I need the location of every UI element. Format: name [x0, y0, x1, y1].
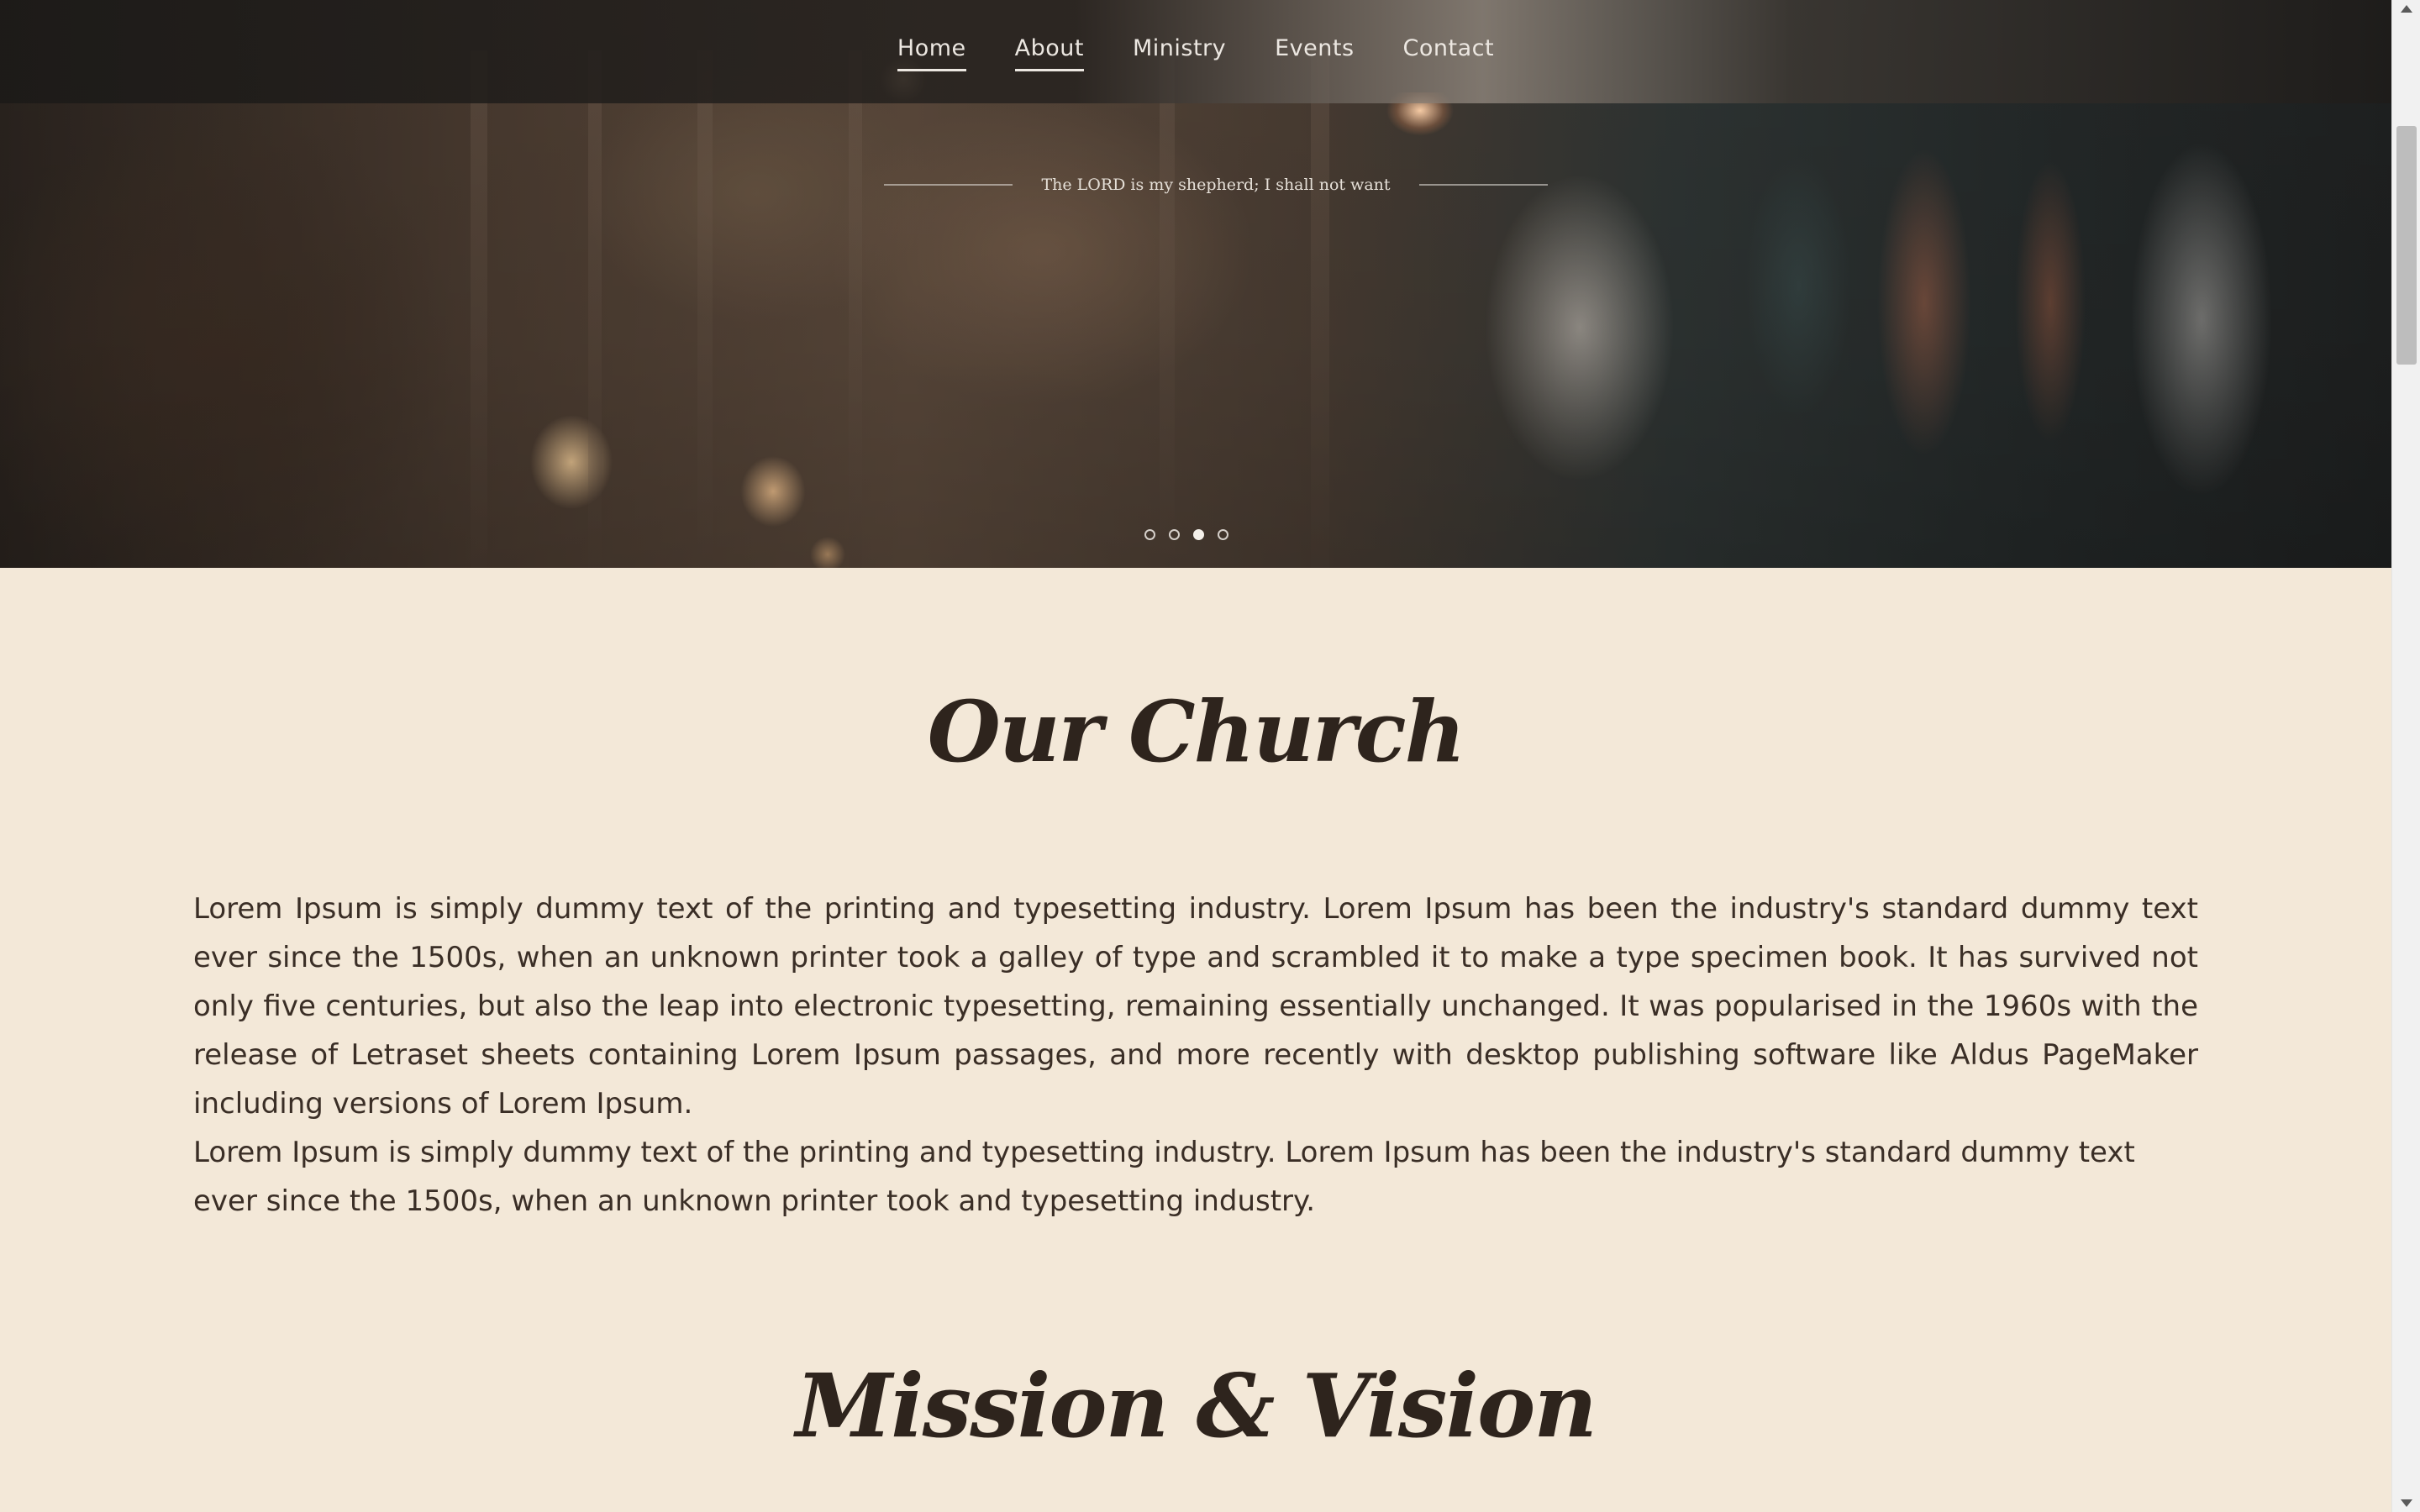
nav-contact[interactable]: Contact [1403, 35, 1495, 68]
page: The LORD is my shepherd; I shall not wan… [0, 0, 2391, 1512]
our-church-heading: Our Church [927, 682, 1466, 781]
nav-list: Home About Ministry Events Contact [897, 35, 1495, 71]
scroll-up-arrow-icon[interactable] [2401, 5, 2412, 13]
scroll-down-arrow-icon[interactable] [2401, 1499, 2412, 1507]
hero-quote: The LORD is my shepherd; I shall not wan… [884, 172, 1548, 197]
top-navigation: Home About Ministry Events Contact [0, 0, 2391, 103]
nav-home[interactable]: Home [897, 35, 966, 71]
scroll-thumb[interactable] [2396, 126, 2417, 365]
carousel-dot-3[interactable] [1193, 529, 1204, 540]
hero-quote-text: The LORD is my shepherd; I shall not wan… [1041, 176, 1391, 194]
mission-vision-heading: Mission & Vision [796, 1354, 1597, 1457]
page-scrollbar[interactable] [2391, 0, 2420, 1512]
quote-divider-right [1418, 184, 1548, 186]
carousel-dot-1[interactable] [1144, 529, 1155, 540]
our-church-paragraph-1: Lorem Ipsum is simply dummy text of the … [193, 892, 2198, 1121]
our-church-paragraph-2: Lorem Ipsum is simply dummy text of the … [193, 1136, 2135, 1218]
carousel-dot-4[interactable] [1218, 529, 1228, 540]
nav-events[interactable]: Events [1275, 35, 1354, 68]
carousel-indicators [1144, 529, 1228, 540]
nav-about[interactable]: About [1014, 35, 1085, 71]
carousel-dot-2[interactable] [1169, 529, 1180, 540]
quote-divider-left [884, 184, 1013, 186]
nav-ministry[interactable]: Ministry [1133, 35, 1226, 68]
